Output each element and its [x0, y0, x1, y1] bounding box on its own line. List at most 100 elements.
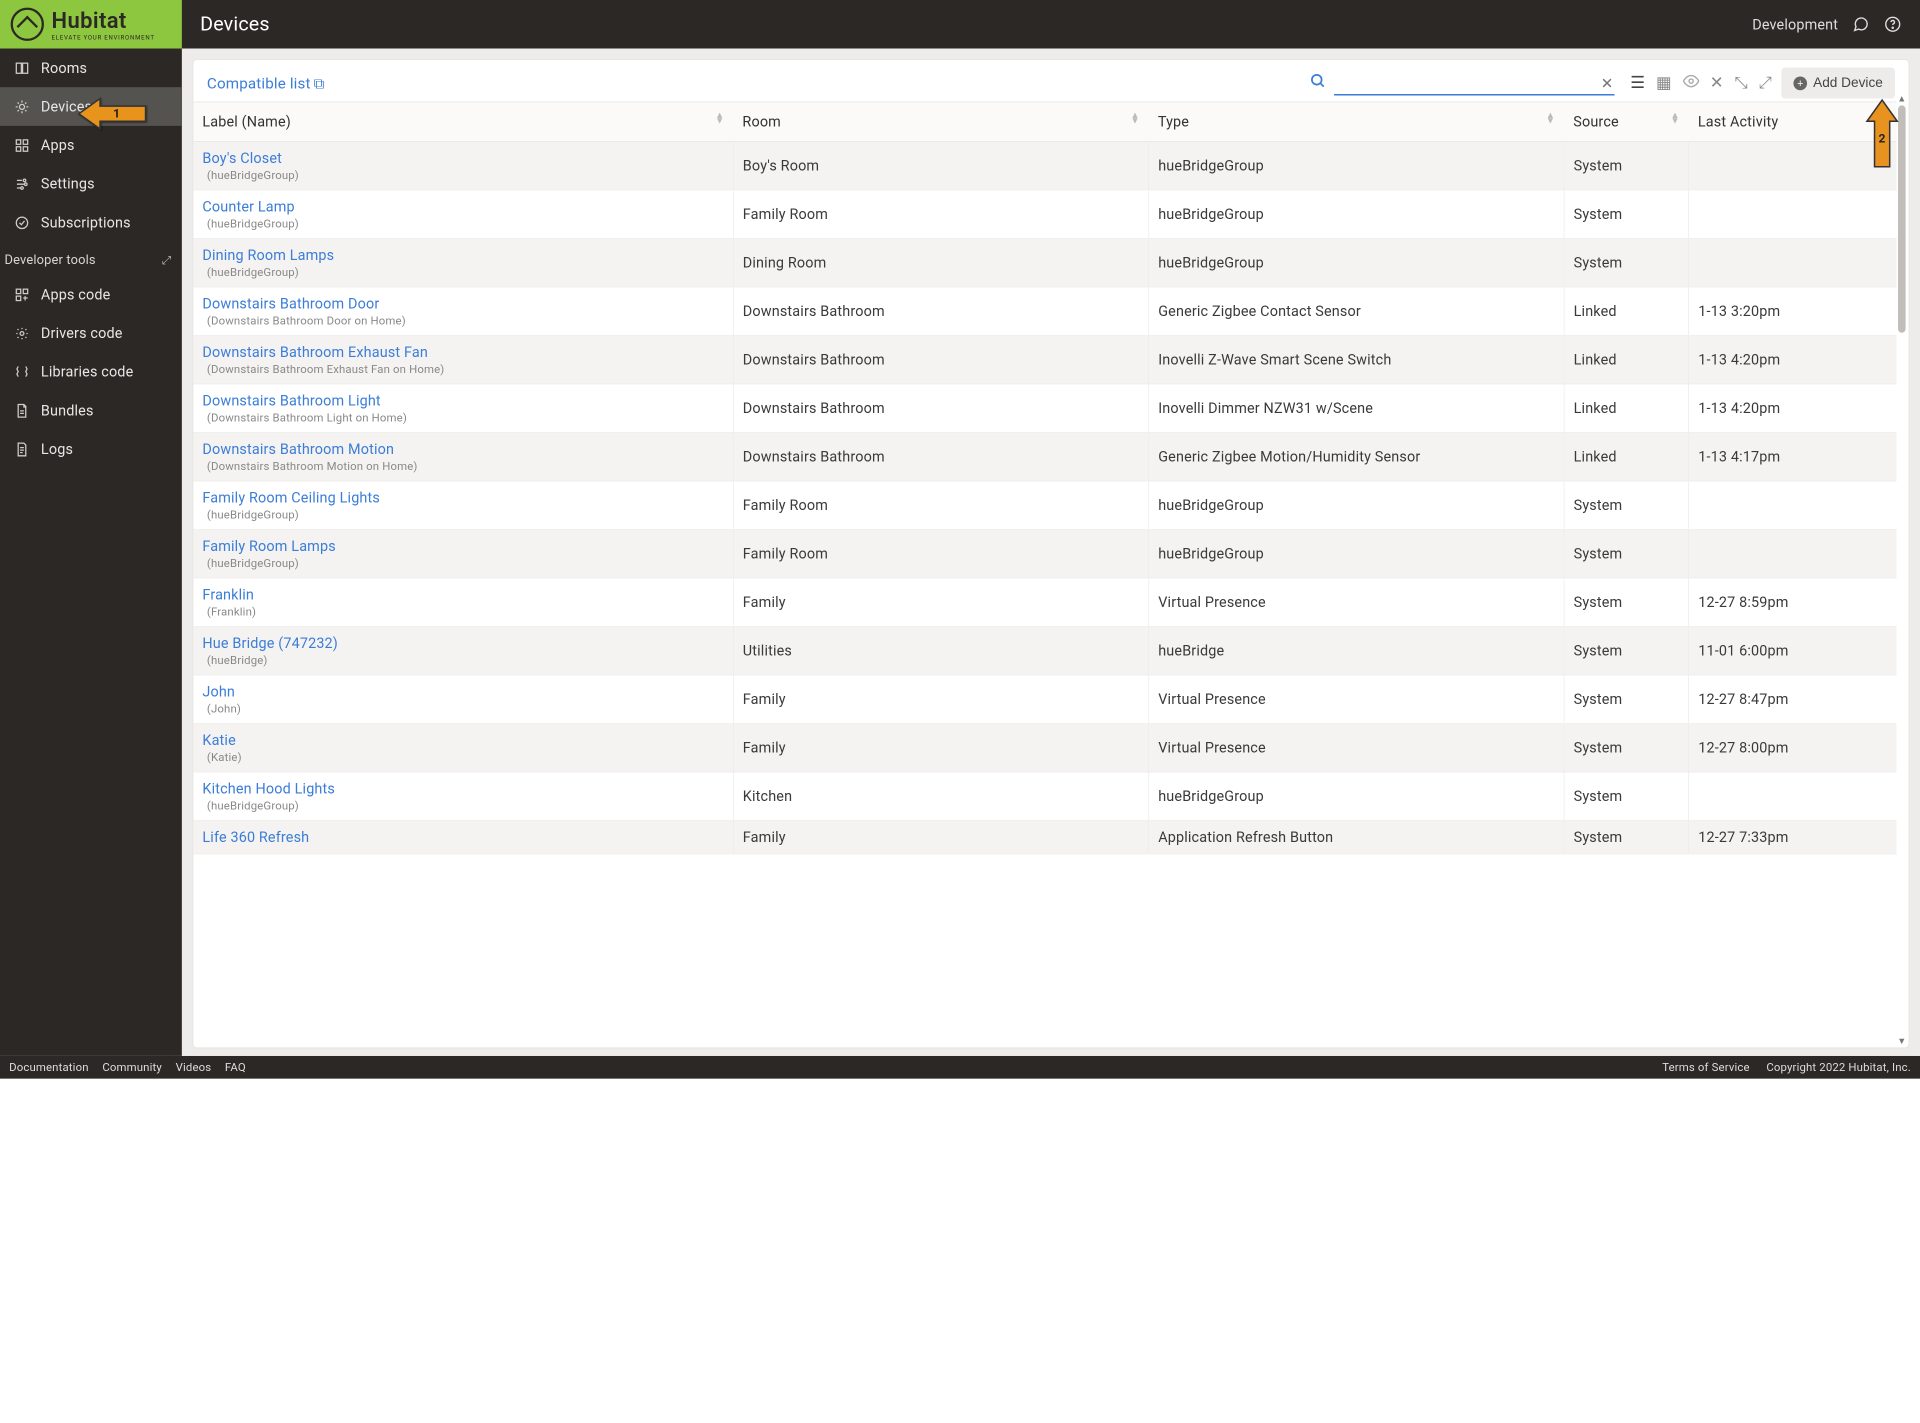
device-link[interactable]: Downstairs Bathroom Motion	[202, 440, 723, 457]
chat-icon[interactable]	[1852, 15, 1870, 33]
table-row[interactable]: Downstairs Bathroom Motion(Downstairs Ba…	[193, 432, 1896, 481]
cell-source: System	[1564, 529, 1689, 578]
table-row[interactable]: Family Room Ceiling Lights (hueBridgeGrou…	[193, 481, 1896, 530]
device-link[interactable]: Dining Room Lamps	[202, 246, 723, 263]
sidebar-item-drivers-code[interactable]: Drivers code	[0, 314, 182, 353]
compatible-list-link[interactable]: Compatible list⧉	[207, 74, 325, 92]
cell-room: Utilities	[733, 626, 1148, 675]
cell-type: Generic Zigbee Motion/Humidity Sensor	[1149, 432, 1564, 481]
column-header[interactable]: Room▲▼	[733, 102, 1148, 141]
dev-tools-header[interactable]: Developer tools ⤢	[0, 242, 182, 275]
device-link[interactable]: Kitchen Hood Lights	[202, 780, 723, 797]
device-link[interactable]: Downstairs Bathroom Light	[202, 392, 723, 409]
nav-icon	[14, 441, 31, 458]
table-row[interactable]: Downstairs Bathroom Exhaust Fan(Downstai…	[193, 335, 1896, 384]
sidebar-item-devices[interactable]: Devices	[0, 87, 182, 126]
table-row[interactable]: Hue Bridge (747232)(hueBridge)Utilitiesh…	[193, 626, 1896, 675]
device-link[interactable]: Franklin	[202, 586, 723, 603]
device-sublabel: (hueBridgeGroup)	[202, 508, 723, 522]
column-header[interactable]: Source▲▼	[1564, 102, 1689, 141]
column-header[interactable]: Label (Name)▲▼	[193, 102, 733, 141]
expand-icon[interactable]: ⤢	[1757, 72, 1774, 94]
cell-room: Downstairs Bathroom	[733, 287, 1148, 336]
cell-room: Family	[733, 724, 1148, 773]
device-sublabel: (Franklin)	[202, 605, 723, 619]
cell-activity: 1-13 3:20pm	[1689, 287, 1897, 336]
table-row[interactable]: Boy's Closet(hueBridgeGroup)Boy's Roomhu…	[193, 141, 1896, 190]
cell-source: Linked	[1564, 432, 1689, 481]
device-link[interactable]: Life 360 Refresh	[202, 828, 723, 845]
logo[interactable]: Hubitat ELEVATE YOUR ENVIRONMENT	[0, 0, 182, 49]
clear-icon[interactable]: ✕	[1601, 74, 1614, 92]
cell-room: Dining Room	[733, 238, 1148, 287]
mode-label[interactable]: Development	[1752, 16, 1838, 33]
compress-icon[interactable]: ✕	[1708, 72, 1725, 94]
table-row[interactable]: Franklin(Franklin)FamilyVirtual Presence…	[193, 578, 1896, 627]
cell-activity: 1-13 4:20pm	[1689, 335, 1897, 384]
device-link[interactable]: John	[202, 683, 723, 700]
sort-icon: ▲▼	[1130, 113, 1139, 124]
search-icon[interactable]	[1310, 72, 1327, 93]
nav-icon	[14, 286, 31, 303]
column-header[interactable]: Type▲▼	[1149, 102, 1564, 141]
sidebar-item-logs[interactable]: Logs	[0, 430, 182, 469]
add-device-button[interactable]: + Add Device	[1781, 67, 1895, 98]
device-link[interactable]: Boy's Closet	[202, 149, 723, 166]
table-row[interactable]: Kitchen Hood Lights(hueBridgeGroup)Kitch…	[193, 772, 1896, 821]
device-link[interactable]: Family Room Lamps	[202, 537, 723, 554]
device-link[interactable]: Downstairs Bathroom Exhaust Fan	[202, 343, 723, 360]
device-link[interactable]: Family Room Ceiling Lights	[202, 489, 723, 506]
footer-link[interactable]: Videos	[176, 1060, 212, 1074]
cell-type: Inovelli Z-Wave Smart Scene Switch	[1149, 335, 1564, 384]
sidebar-item-settings[interactable]: Settings	[0, 164, 182, 203]
footer-link[interactable]: Community	[102, 1060, 162, 1074]
device-link[interactable]: Katie	[202, 731, 723, 748]
collapse-icon[interactable]: ⤢	[162, 253, 177, 267]
device-link[interactable]: Downstairs Bathroom Door	[202, 295, 723, 312]
brand-tagline: ELEVATE YOUR ENVIRONMENT	[52, 34, 155, 41]
sidebar-item-libraries-code[interactable]: Libraries code	[0, 352, 182, 391]
cell-activity	[1689, 141, 1897, 190]
sidebar-item-subscriptions[interactable]: Subscriptions	[0, 203, 182, 242]
footer-link[interactable]: FAQ	[225, 1060, 246, 1074]
grid-view-icon[interactable]: ▦	[1654, 72, 1673, 94]
scroll-down-icon[interactable]: ▼	[1897, 1035, 1906, 1046]
nav-icon	[14, 60, 31, 77]
brand-name: Hubitat	[52, 8, 155, 34]
device-sublabel: (hueBridgeGroup)	[202, 168, 723, 182]
table-row[interactable]: Downstairs Bathroom Door(Downstairs Bath…	[193, 287, 1896, 336]
device-link[interactable]: Counter Lamp	[202, 198, 723, 215]
cell-activity: 12-27 8:59pm	[1689, 578, 1897, 627]
sidebar-item-rooms[interactable]: Rooms	[0, 49, 182, 88]
footer-link[interactable]: Documentation	[9, 1060, 89, 1074]
table-row[interactable]: Downstairs Bathroom Light(Downstairs Bat…	[193, 384, 1896, 433]
collapse-icon[interactable]: ⤡	[1733, 72, 1750, 94]
column-header[interactable]: Last Activity▲▼	[1689, 102, 1897, 141]
nav-icon	[14, 363, 31, 380]
table-row[interactable]: Dining Room Lamps(hueBridgeGroup)Dining …	[193, 238, 1896, 287]
cell-room: Family	[733, 675, 1148, 724]
table-row[interactable]: Katie(Katie)FamilyVirtual PresenceSystem…	[193, 724, 1896, 773]
copyright: Copyright 2022 Hubitat, Inc.	[1766, 1060, 1911, 1074]
scrollbar[interactable]: ▲ ▼	[1897, 93, 1908, 1046]
table-row[interactable]: John(John)FamilyVirtual PresenceSystem12…	[193, 675, 1896, 724]
scroll-up-icon[interactable]: ▲	[1897, 93, 1906, 104]
sidebar-item-bundles[interactable]: Bundles	[0, 391, 182, 430]
table-row[interactable]: Life 360 RefreshFamilyApplication Refres…	[193, 821, 1896, 854]
eye-icon[interactable]	[1681, 71, 1701, 95]
scroll-thumb[interactable]	[1898, 105, 1906, 332]
table-row[interactable]: Family Room Lamps(hueBridgeGroup)Family …	[193, 529, 1896, 578]
table-row[interactable]: Counter Lamp(hueBridgeGroup)Family Roomh…	[193, 190, 1896, 239]
search-input[interactable]	[1334, 70, 1614, 95]
list-view-icon[interactable]: ☰	[1629, 72, 1647, 94]
sidebar-item-apps[interactable]: Apps	[0, 126, 182, 165]
cell-room: Family	[733, 821, 1148, 854]
sidebar-item-apps-code[interactable]: Apps code	[0, 275, 182, 314]
cell-type: hueBridgeGroup	[1149, 481, 1564, 530]
device-link[interactable]: Hue Bridge (747232)	[202, 634, 723, 651]
tos-link[interactable]: Terms of Service	[1662, 1060, 1749, 1074]
nav-main: RoomsDevicesAppsSettingsSubscriptions	[0, 49, 182, 242]
help-icon[interactable]	[1884, 15, 1902, 33]
cell-activity	[1689, 529, 1897, 578]
sort-icon: ▲▼	[1671, 113, 1680, 124]
